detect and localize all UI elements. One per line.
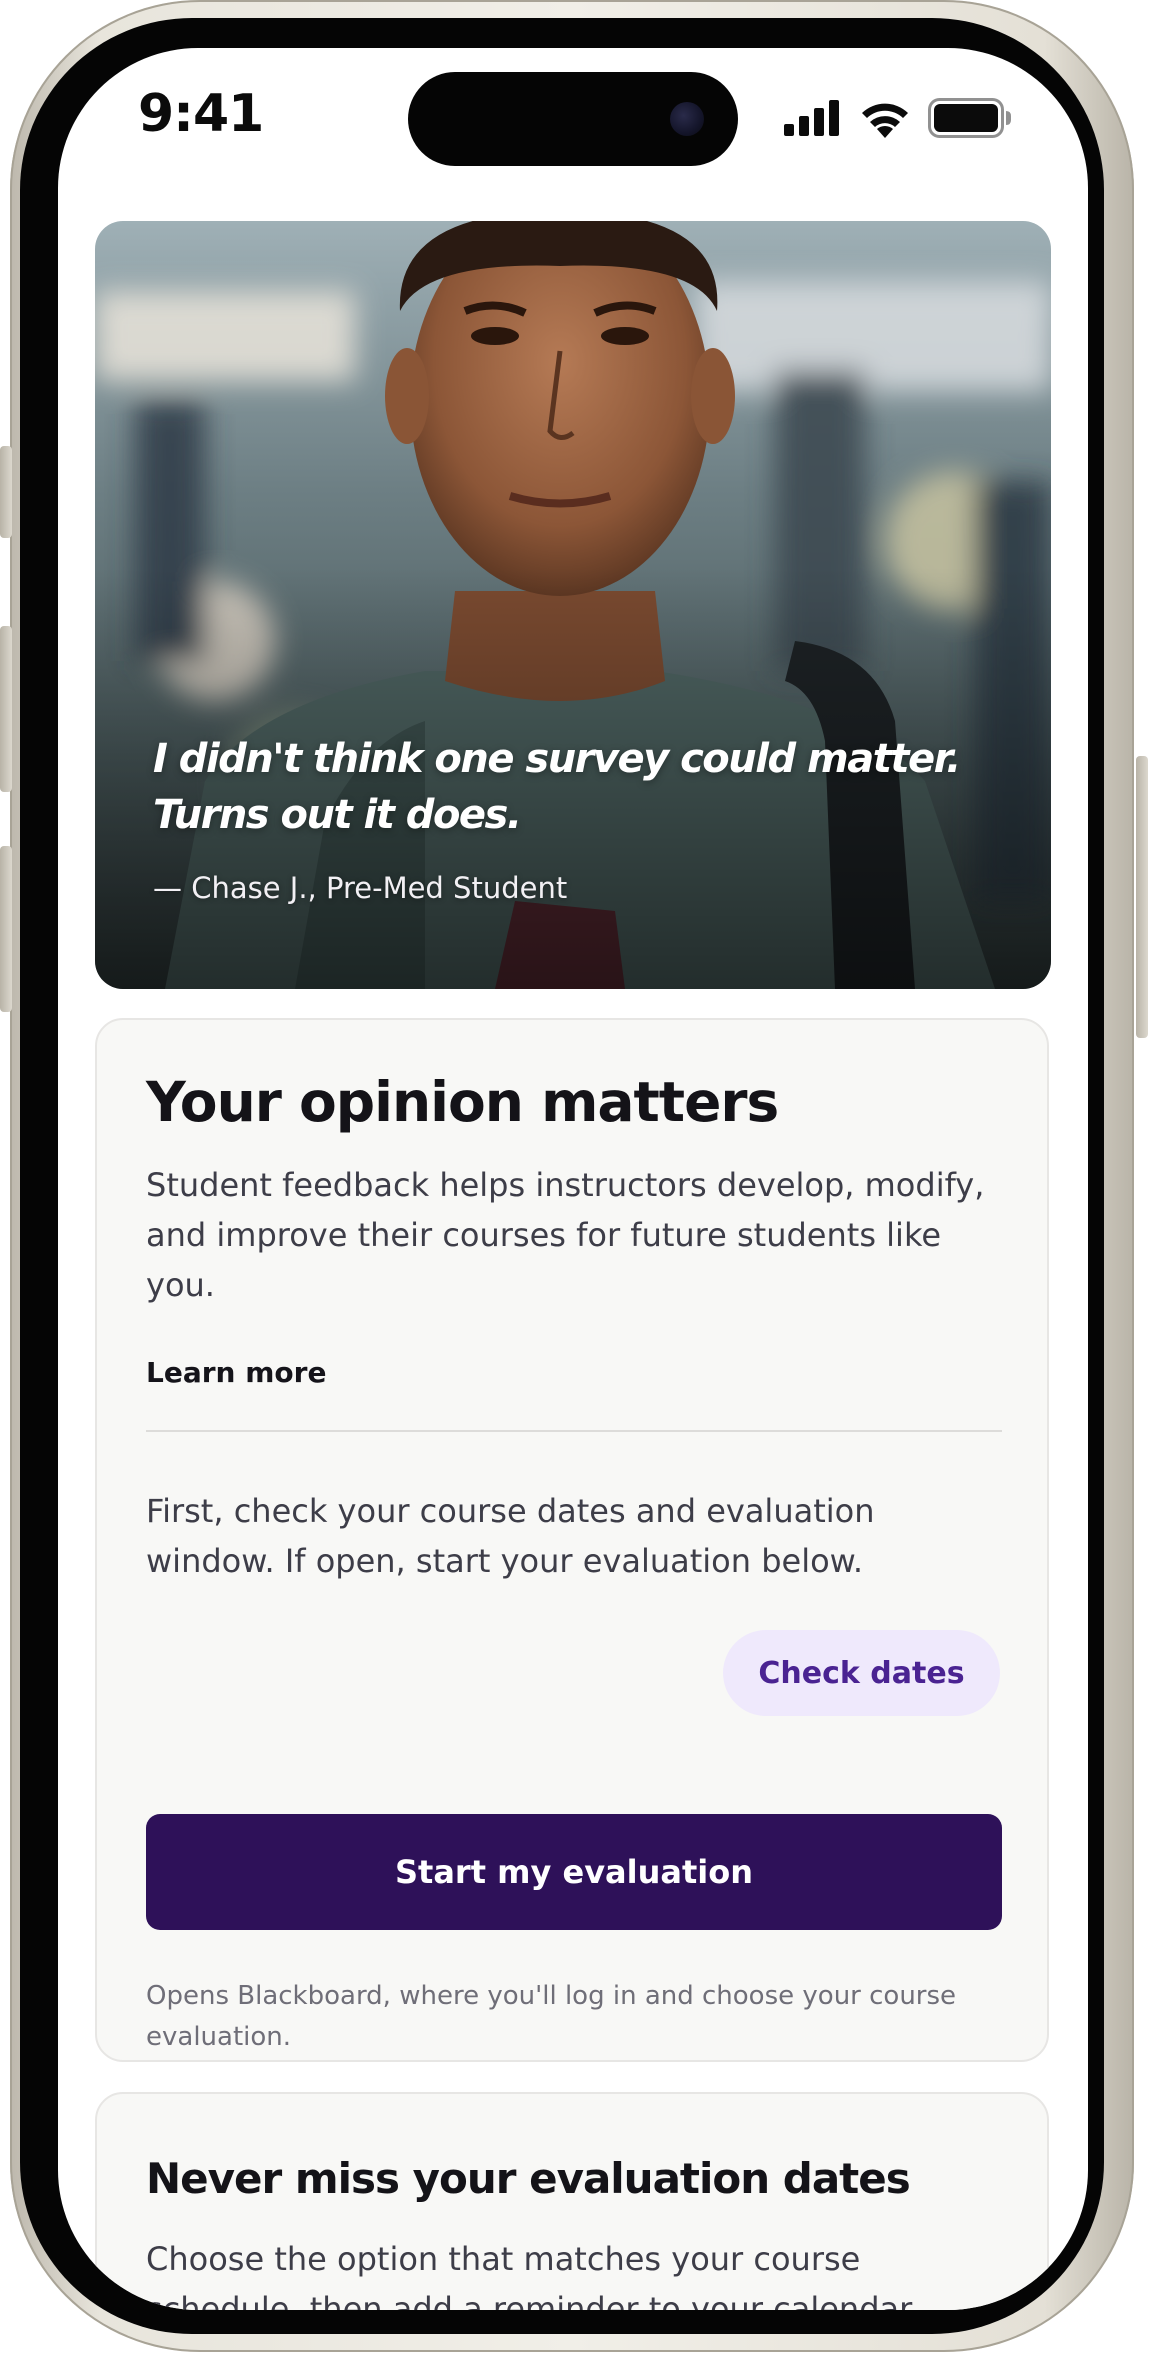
divider [146, 1430, 1002, 1432]
status-time: 9:41 [138, 84, 264, 144]
screen: 9:41 I didn't think one survey could mat… [58, 48, 1088, 2310]
status-icons [784, 96, 1012, 140]
check-dates-button[interactable]: Check dates [723, 1630, 1000, 1716]
opinion-card: Your opinion matters Student feedback he… [95, 1018, 1049, 2062]
card-title: Your opinion matters [146, 1070, 779, 1134]
power-button [1136, 756, 1148, 1038]
action-button [0, 446, 12, 538]
wifi-icon [862, 103, 908, 138]
dynamic-island [408, 72, 738, 166]
battery-icon [928, 98, 1011, 138]
instructions-text: First, check your course dates and evalu… [146, 1492, 875, 1580]
dates-card: Never miss your evaluation dates Choose … [95, 2092, 1049, 2310]
card-description: Choose the option that matches your cour… [146, 2240, 920, 2310]
volume-up-button [0, 626, 12, 792]
volume-down-button [0, 846, 12, 1012]
blackboard-note: Opens Blackboard, where you'll log in an… [146, 1981, 957, 2052]
front-camera-icon [670, 102, 704, 136]
testimonial-attribution: — Chase J., Pre-Med Student [153, 871, 568, 905]
card-description: Student feedback helps instructors devel… [146, 1166, 985, 1304]
start-evaluation-button[interactable]: Start my evaluation [146, 1814, 1002, 1930]
card-title: Never miss your evaluation dates [146, 2154, 911, 2203]
learn-more-link[interactable]: Learn more [146, 1356, 326, 1389]
hero-testimonial: I didn't think one survey could matter. … [95, 221, 1051, 989]
cellular-signal-icon [784, 100, 839, 136]
testimonial-quote: I didn't think one survey could matter. … [153, 736, 961, 838]
